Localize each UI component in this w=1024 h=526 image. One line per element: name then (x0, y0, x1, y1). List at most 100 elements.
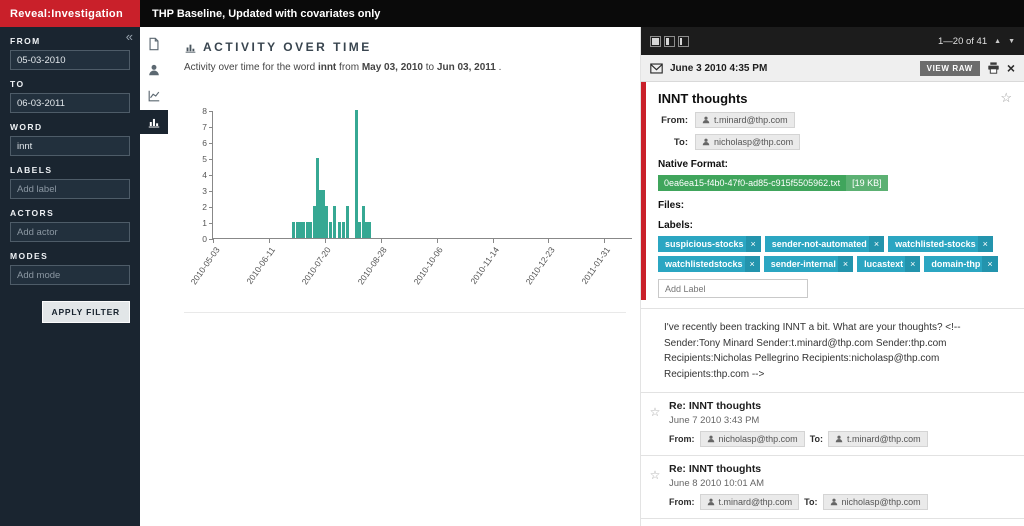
activity-bar[interactable] (291, 222, 295, 238)
activity-bar[interactable] (337, 222, 341, 238)
activity-bar[interactable] (329, 222, 333, 238)
tab-document-view[interactable] (140, 32, 168, 56)
remove-label-icon[interactable]: × (905, 256, 921, 272)
label-chip[interactable]: lucastext × (857, 256, 921, 272)
apply-filter-button[interactable]: APPLY FILTER (41, 301, 130, 323)
from-date-input[interactable] (10, 50, 130, 70)
activity-bar[interactable] (324, 206, 328, 238)
person-icon (707, 435, 714, 443)
activity-bar[interactable] (341, 222, 345, 238)
email-detail-content: INNT thoughts ☆ From: t.minard@thp.com T… (641, 82, 1024, 298)
related-email-subject[interactable]: Re: INNT thoughts (669, 463, 928, 475)
modes-input[interactable] (10, 265, 130, 285)
activity-bar[interactable] (308, 222, 312, 238)
person-icon (835, 435, 843, 443)
next-page-icon[interactable]: ▼ (1008, 38, 1015, 45)
view-raw-button[interactable]: VIEW RAW (919, 60, 980, 76)
x-axis-tick (548, 238, 550, 243)
y-axis-tick-label: 2 (202, 202, 207, 212)
y-axis-tick-label: 3 (202, 186, 207, 196)
prev-page-icon[interactable]: ▲ (994, 38, 1001, 45)
related-email-subject[interactable]: Re: INNT thoughts (669, 400, 928, 412)
from-label: From: (669, 497, 695, 507)
add-label-input[interactable] (658, 279, 808, 298)
email-address-chip[interactable]: t.minard@thp.com (699, 494, 800, 510)
chart-subtitle: Activity over time for the word innt fro… (168, 54, 640, 73)
label-chip[interactable]: domain-thp × (924, 256, 998, 272)
to-label: To: (809, 434, 824, 444)
modes-field: MODES (10, 251, 130, 285)
label-chip[interactable]: sender-internal × (763, 256, 854, 272)
remove-label-icon[interactable]: × (745, 236, 761, 252)
app-brand: Reveal:Investigation (0, 0, 140, 27)
related-email-item[interactable]: ☆ Re: INNT thoughts June 8 2010 10:01 AM Fr… (641, 455, 1024, 518)
label-chip[interactable]: sender-not-automated × (764, 236, 885, 252)
email-viewer-panel: 1—20 of 41 ▲ ▼ June 3 2010 4:35 PM VIEW … (640, 27, 1024, 526)
email-date: June 3 2010 4:35 PM (670, 62, 768, 74)
chart-header: ACTIVITY OVER TIME (168, 27, 640, 54)
remove-label-icon[interactable]: × (868, 236, 885, 252)
from-label: From: (669, 434, 695, 444)
bar-chart-icon (184, 41, 197, 54)
related-email-date: June 7 2010 3:43 PM (669, 415, 760, 426)
layout-full-icon[interactable] (650, 35, 661, 47)
layout-list-icon[interactable] (678, 35, 689, 47)
pagination: 1—20 of 41 ▲ ▼ (938, 36, 1015, 47)
activity-bar[interactable] (301, 222, 305, 238)
to-date-input[interactable] (10, 93, 130, 113)
star-icon[interactable]: ☆ (647, 400, 663, 447)
activity-bar[interactable] (357, 222, 361, 238)
chart-plot: 0 1 2 3 4 5 6 7 8 2010-05-03 2010-06-11 2010-07-20 2… (188, 106, 632, 286)
email-address-chip[interactable]: nicholasp@thp.com (699, 431, 805, 447)
related-email-addresses: From: t.minard@thp.com To: nicholasp@thp.co… (669, 494, 928, 510)
labels-input[interactable] (10, 179, 130, 199)
print-icon[interactable] (987, 62, 1000, 74)
native-format-filename: 0ea6ea15-f4b0-47f0-ad85-c915f5505962.txt (658, 175, 847, 191)
star-icon[interactable]: ☆ (647, 463, 663, 510)
collapse-sidebar-icon[interactable]: « (126, 30, 133, 43)
x-axis-tick (324, 238, 326, 243)
email-address-chip[interactable]: nicholasp@thp.com (822, 494, 928, 510)
related-email-item[interactable]: ☆recent reportsJune 11 2010 8:14 AMFrom:… (641, 518, 1024, 526)
tab-actor-view[interactable] (140, 58, 168, 82)
y-axis-tick (209, 159, 213, 160)
label-chip[interactable]: watchlistedstocks × (658, 256, 760, 272)
selected-email-indicator (641, 82, 646, 300)
y-axis-tick (209, 207, 213, 208)
remove-label-icon[interactable]: × (977, 236, 993, 252)
word-input[interactable] (10, 136, 130, 156)
email-address-chip[interactable]: t.minard@thp.com (828, 431, 928, 447)
x-axis-tick-label: 2010-08-28 (355, 245, 389, 287)
x-axis-tick-label: 2010-07-20 (299, 245, 333, 287)
activity-bar[interactable] (354, 110, 358, 238)
close-icon[interactable]: × (1007, 61, 1015, 75)
label-chip[interactable]: suspicious-stocks × (658, 236, 761, 252)
filter-sidebar: « FROM TO WORD LABELS ACTORS MODES APPLY… (0, 27, 140, 526)
star-icon[interactable]: ☆ (1000, 91, 1012, 104)
tab-line-chart-view[interactable] (140, 84, 168, 108)
label-chip-text: watchlistedstocks (665, 259, 743, 269)
y-axis-tick (209, 143, 213, 144)
label-chip[interactable]: watchlisted-stocks × (888, 236, 993, 252)
layout-split-icon[interactable] (664, 35, 675, 47)
remove-label-icon[interactable]: × (982, 256, 998, 272)
related-email-item[interactable]: ☆ Re: INNT thoughts June 7 2010 3:43 PM Fro… (641, 392, 1024, 455)
native-format-file-chip[interactable]: 0ea6ea15-f4b0-47f0-ad85-c915f5505962.txt… (658, 175, 888, 191)
actors-label: ACTORS (10, 208, 55, 218)
related-email-addresses: From: nicholasp@thp.com To: t.minard@thp.co… (669, 431, 928, 447)
tab-bar-chart-view[interactable] (140, 110, 168, 134)
remove-label-icon[interactable]: × (837, 256, 854, 272)
x-axis-tick-label: 2011-01-31 (579, 245, 613, 286)
activity-bar[interactable] (346, 206, 350, 238)
line-chart-icon (148, 90, 160, 102)
subtitle-text: to (423, 62, 437, 73)
remove-label-icon[interactable]: × (744, 256, 760, 272)
activity-bar[interactable] (333, 206, 337, 238)
email-address-chip[interactable]: nicholasp@thp.com (695, 134, 801, 150)
label-chip-text: sender-not-automated (771, 239, 867, 249)
email-address-chip[interactable]: t.minard@thp.com (695, 112, 795, 128)
subtitle-date-from: May 03, 2010 (361, 62, 423, 73)
label-chip-text: suspicious-stocks (665, 239, 744, 249)
activity-bar[interactable] (367, 222, 371, 238)
actors-input[interactable] (10, 222, 130, 242)
